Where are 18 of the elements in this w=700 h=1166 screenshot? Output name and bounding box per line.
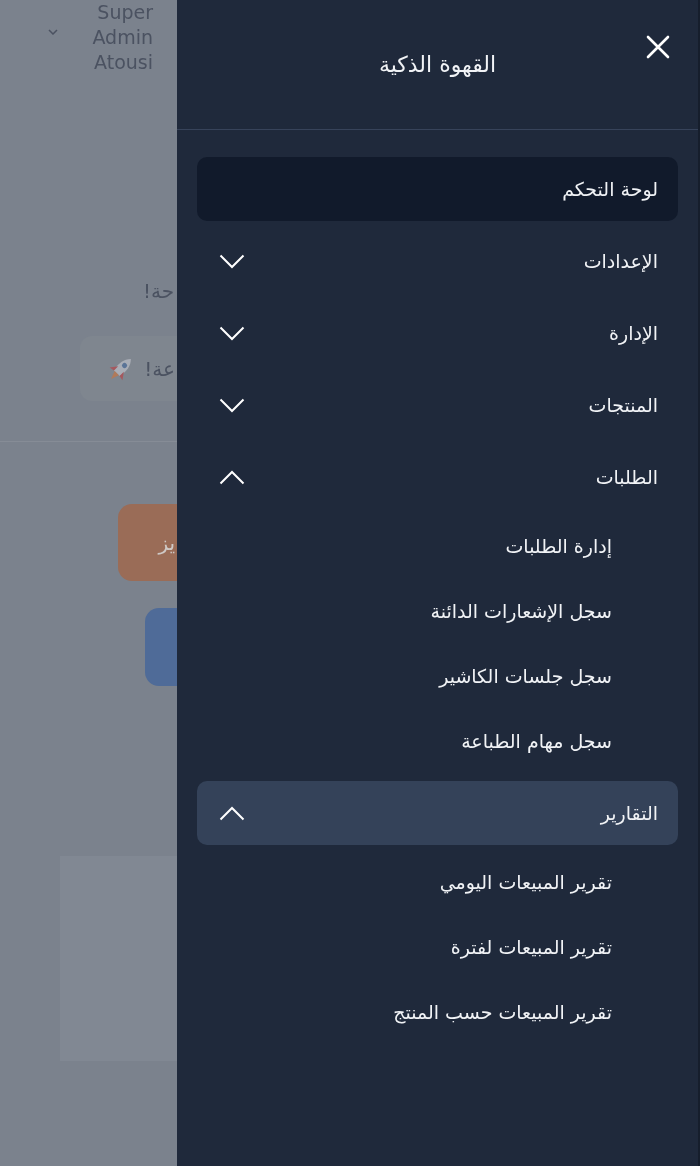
menu-item[interactable]: الطلبات	[197, 445, 678, 509]
submenu-item[interactable]: سجل جلسات الكاشير	[197, 643, 678, 708]
close-icon	[646, 35, 670, 59]
submenu-item[interactable]: إدارة الطلبات	[197, 513, 678, 578]
submenu-item[interactable]: سجل مهام الطباعة	[197, 708, 678, 773]
menu-item[interactable]: لوحة التحكم	[197, 157, 678, 221]
close-button[interactable]	[646, 35, 670, 59]
action-button[interactable]	[145, 608, 177, 686]
app-title: القهوة الذكية	[378, 51, 497, 79]
submenu-item[interactable]: تقرير المبيعات حسب المنتج	[197, 979, 678, 1044]
menu-item[interactable]: التقارير	[197, 781, 678, 845]
submenu-item[interactable]: سجل الإشعارات الدائنة	[197, 578, 678, 643]
menu-item[interactable]: الإعدادات	[197, 229, 678, 293]
menu-item[interactable]: الإدارة	[197, 301, 678, 365]
submenu-item[interactable]: تقرير المبيعات اليومي	[197, 849, 678, 914]
submenu-item[interactable]: تقرير المبيعات لفترة	[197, 914, 678, 979]
menu-item[interactable]: المنتجات	[197, 373, 678, 437]
chevron-down-icon[interactable]	[48, 29, 59, 35]
